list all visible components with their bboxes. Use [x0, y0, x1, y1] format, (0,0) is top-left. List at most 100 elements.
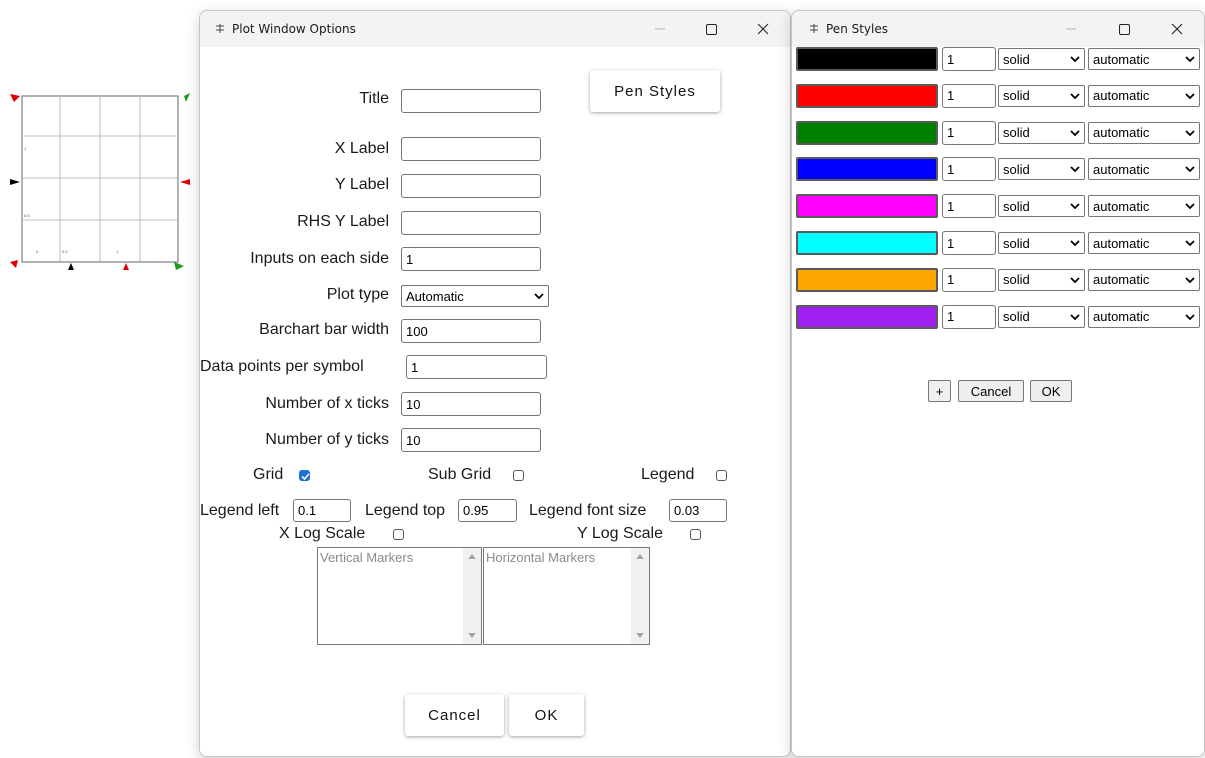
inputs-each-side-input[interactable] — [401, 247, 541, 271]
pen-line-style-select[interactable]: solid — [998, 232, 1085, 254]
maximize-button[interactable] — [1101, 11, 1147, 47]
grid-checkbox[interactable] — [299, 470, 310, 481]
pen-mode-select[interactable]: automatic — [1088, 48, 1200, 70]
pen-line-style-value: solid — [1003, 198, 1030, 214]
port-bottom-right-icon[interactable] — [174, 262, 184, 270]
maximize-icon — [1118, 23, 1130, 35]
x-label-input[interactable] — [401, 137, 541, 161]
chevron-down-icon — [1185, 313, 1195, 320]
port-right-input-icon[interactable] — [180, 179, 190, 185]
y-log-scale-checkbox[interactable] — [690, 529, 701, 540]
check-icon — [301, 473, 310, 481]
minimize-button[interactable] — [1048, 11, 1094, 47]
chevron-down-icon — [1185, 240, 1195, 246]
legend-top-label: Legend top — [365, 502, 446, 519]
pen-width-input[interactable] — [942, 267, 996, 292]
scrollbar[interactable] — [463, 548, 481, 644]
plot-type-select[interactable]: Automatic — [401, 285, 549, 307]
app-icon — [216, 24, 224, 33]
legend-checkbox[interactable] — [716, 470, 727, 481]
pen-color-swatch[interactable] — [796, 194, 938, 219]
cancel-button[interactable]: Cancel — [958, 380, 1024, 402]
ok-button[interactable]: OK — [1030, 380, 1072, 402]
close-button[interactable] — [1154, 11, 1200, 47]
pen-color-swatch[interactable] — [796, 231, 938, 255]
pen-row: solid automatic — [796, 157, 1202, 182]
pen-mode-select[interactable]: automatic — [1088, 305, 1200, 328]
chevron-down-icon — [1070, 277, 1080, 283]
pen-mode-select[interactable]: automatic — [1088, 232, 1200, 254]
pen-color-swatch[interactable] — [796, 267, 938, 292]
vertical-markers-textarea[interactable]: Vertical Markers — [317, 547, 482, 645]
port-bottom-rhs-icon[interactable] — [123, 263, 129, 270]
y-label-input[interactable] — [401, 174, 541, 198]
pen-mode-select[interactable]: automatic — [1088, 121, 1200, 144]
pen-width-input[interactable] — [942, 231, 996, 255]
scrollbar[interactable] — [631, 548, 649, 644]
chevron-down-icon — [1070, 313, 1080, 320]
pen-mode-value: automatic — [1093, 125, 1150, 141]
rhs-y-label-label: RHS Y Label — [297, 213, 389, 230]
port-left-input-icon[interactable] — [10, 179, 20, 185]
pen-line-style-select[interactable]: solid — [998, 195, 1085, 218]
titlebar[interactable]: Plot Window Options — [200, 11, 790, 47]
titlebar[interactable]: Pen Styles — [792, 11, 1204, 47]
pen-line-style-select[interactable]: solid — [998, 268, 1085, 291]
pen-color-swatch[interactable] — [796, 47, 938, 71]
port-bottom-x-icon[interactable] — [68, 263, 74, 270]
pen-width-input[interactable] — [942, 194, 996, 219]
pen-line-style-select[interactable]: solid — [998, 48, 1085, 70]
pen-mode-select[interactable]: automatic — [1088, 195, 1200, 218]
chevron-down-icon — [1070, 129, 1080, 136]
x-log-scale-checkbox[interactable] — [393, 529, 404, 540]
pen-styles-button[interactable]: Pen Styles — [590, 70, 720, 112]
pen-row: solid automatic — [796, 194, 1202, 219]
pen-width-input[interactable] — [942, 120, 996, 145]
barchart-width-input[interactable] — [401, 319, 541, 343]
pen-line-style-select[interactable]: solid — [998, 158, 1085, 181]
pen-width-input[interactable] — [942, 47, 996, 71]
pen-mode-value: automatic — [1093, 198, 1150, 214]
pen-width-input[interactable] — [942, 304, 996, 329]
grid-label: Grid — [253, 466, 284, 483]
minimize-button[interactable] — [637, 11, 683, 47]
ok-button[interactable]: OK — [509, 694, 584, 736]
pen-line-style-select[interactable]: solid — [998, 121, 1085, 144]
legend-top-input[interactable] — [458, 499, 517, 522]
pen-row: solid automatic — [796, 267, 1202, 292]
cancel-button[interactable]: Cancel — [405, 694, 504, 736]
pen-row: solid automatic — [796, 83, 1202, 108]
plot-widget[interactable]: 1 0.5 0 0.5 1 — [8, 90, 193, 275]
port-top-right-icon[interactable] — [184, 93, 190, 102]
sub-grid-checkbox[interactable] — [513, 470, 524, 481]
pen-mode-select[interactable]: automatic — [1088, 158, 1200, 181]
y-ticks-input[interactable] — [401, 428, 541, 452]
add-pen-button[interactable]: + — [928, 380, 951, 402]
points-per-symbol-input[interactable] — [406, 355, 547, 379]
y-ticks-label: Number of y ticks — [265, 431, 389, 448]
x-ticks-input[interactable] — [401, 392, 541, 416]
pen-color-swatch[interactable] — [796, 157, 938, 182]
horizontal-markers-textarea[interactable]: Horizontal Markers — [483, 547, 650, 645]
pen-mode-select[interactable]: automatic — [1088, 268, 1200, 291]
pen-color-swatch[interactable] — [796, 120, 938, 145]
legend-label: Legend — [641, 466, 695, 483]
minimize-icon — [655, 28, 665, 30]
rhs-y-label-input[interactable] — [401, 211, 541, 235]
legend-font-size-input[interactable] — [669, 499, 727, 522]
legend-left-input[interactable] — [293, 499, 351, 522]
pen-color-swatch[interactable] — [796, 304, 938, 329]
maximize-button[interactable] — [688, 11, 734, 47]
title-input[interactable] — [401, 89, 541, 113]
pen-width-input[interactable] — [942, 157, 996, 182]
pen-mode-select[interactable]: automatic — [1088, 84, 1200, 107]
pen-mode-value: automatic — [1093, 88, 1150, 104]
close-button[interactable] — [740, 11, 786, 47]
port-top-left-icon[interactable] — [10, 94, 20, 102]
pen-line-style-value: solid — [1003, 235, 1030, 251]
pen-color-swatch[interactable] — [796, 83, 938, 108]
pen-line-style-select[interactable]: solid — [998, 84, 1085, 107]
pen-line-style-select[interactable]: solid — [998, 305, 1085, 328]
pen-width-input[interactable] — [942, 83, 996, 108]
port-bottom-left-icon[interactable] — [10, 260, 18, 268]
